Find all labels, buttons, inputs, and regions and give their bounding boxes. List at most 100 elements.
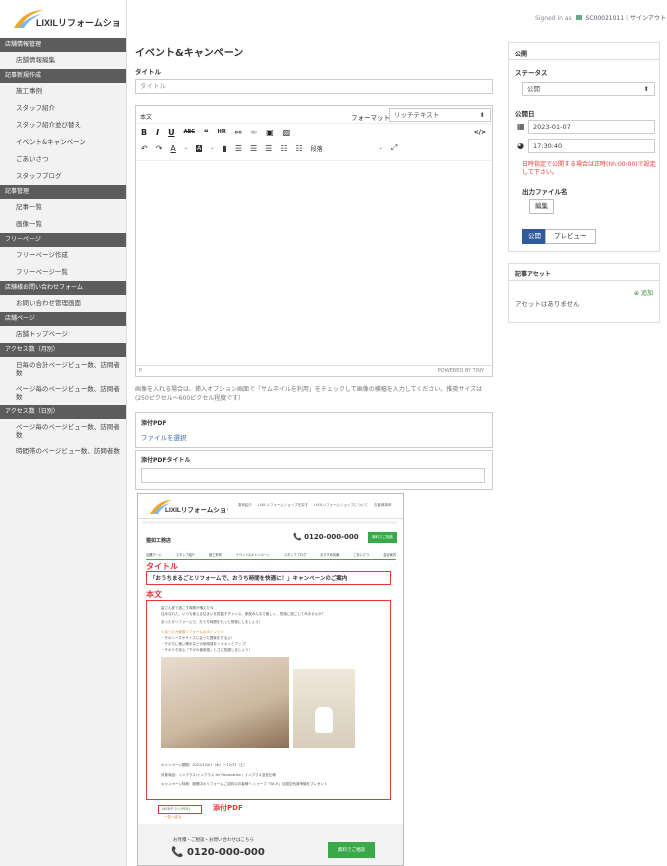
signed-in-label: Signed in as — [535, 15, 572, 22]
publish-header: 公開 — [515, 51, 528, 58]
sidebar-item-monthly-daily[interactable]: 日毎の合計ページビュー数、訪問者数 — [0, 357, 126, 381]
toolbar-row-1: B I U ABC ❝ HR ⚯ ⚮ ▣ ▨ </> — [136, 124, 492, 140]
preview-pdf-link: WEBチラシ(PDF) — [158, 805, 202, 814]
date-input[interactable]: 2023-01-07 — [528, 120, 655, 134]
rich-text-editor: 本文 フォーマット リッチテキスト ⬍ B I U ABC ❝ HR ⚯ ⚮ ▣… — [135, 105, 493, 377]
strikethrough-icon[interactable]: ABC — [184, 129, 195, 135]
pdf-title-input[interactable] — [141, 468, 485, 483]
main-form: イベント&キャンペーン タイトル タイトル — [135, 38, 493, 94]
preview-back-link: 一覧へ戻る — [164, 815, 182, 819]
pdf-select-button[interactable]: ファイルを選択 — [141, 432, 187, 442]
format-select[interactable]: リッチテキスト ⬍ — [389, 108, 491, 122]
redo-icon[interactable]: ↷ — [156, 144, 163, 153]
sidebar-section-form: 店舗様お問い合わせフォーム — [0, 281, 126, 295]
user-bar: Signed in as SC00021011 | サインアウト — [535, 15, 666, 22]
numbered-list-icon[interactable]: ☷ — [296, 144, 303, 153]
preview-footer-button: 無料でご相談 — [328, 842, 375, 858]
sidebar-item-free-create[interactable]: フリーページ作成 — [0, 247, 126, 264]
editor-content[interactable] — [136, 160, 492, 365]
chevron-down-icon[interactable]: ⌄ — [184, 145, 188, 151]
svg-text:LIXILリフォームショップ: LIXILリフォームショップ — [165, 505, 228, 514]
hr-icon[interactable]: HR — [218, 129, 226, 135]
lixil-logo-icon: LIXILリフォームショップ — [14, 10, 120, 28]
publish-button[interactable]: 公開 — [522, 229, 547, 244]
image-icon[interactable]: ▨ — [283, 128, 291, 137]
sidebar: LIXILリフォームショップ 店舗情報管理 店舗情報編集 記事新規作成 施工事例… — [0, 0, 127, 866]
sidebar-item-blog[interactable]: スタッフブログ — [0, 168, 126, 185]
text-color-icon[interactable]: A — [170, 144, 175, 153]
link-icon[interactable]: ⚯ — [235, 128, 242, 137]
pdf-box: 添付PDF ファイルを選択 — [135, 412, 493, 448]
sidebar-item-greeting[interactable]: ごあいさつ — [0, 151, 126, 168]
sidebar-section-monthly: アクセス数（月別） — [0, 343, 126, 357]
sidebar-item-daily-hour[interactable]: 時間帯のページビュー数、訪問者数 — [0, 443, 126, 459]
plus-circle-icon: ⊕ — [634, 290, 640, 297]
code-icon[interactable]: </> — [474, 129, 486, 136]
preview-footer-phone: 📞 0120-000-000 — [171, 847, 265, 858]
sidebar-item-works[interactable]: 施工事例 — [0, 83, 126, 100]
sidebar-item-shop-top[interactable]: 店舗トップページ — [0, 326, 126, 343]
undo-icon[interactable]: ↶ — [141, 144, 148, 153]
sidebar-section-store: 店舗情報管理 — [0, 38, 126, 52]
annotation-pdf: 添付PDF — [213, 804, 243, 812]
date-label: 公開日 — [515, 110, 535, 118]
media-icon[interactable]: ▣ — [266, 128, 274, 137]
fullscreen-icon[interactable]: ⤢ — [391, 143, 397, 153]
preview-tabs: 店舗ホーム スタッフ紹介 施工事例 イベント&キャンペーン スタッフブログ おすすめ情報ご… — [146, 552, 396, 560]
preview-photo-toilet — [293, 669, 355, 748]
align-right-icon[interactable]: ☰ — [265, 144, 272, 153]
sidebar-item-staff[interactable]: スタッフ紹介 — [0, 100, 126, 117]
sidebar-section-shop: 店舗ページ — [0, 312, 126, 326]
logo[interactable]: LIXILリフォームショップ — [0, 0, 126, 38]
phone-icon: 📞 — [171, 847, 184, 858]
preview-photo-room — [161, 657, 289, 748]
preview-body-box: 皆さん家で過ごす時間が増えた今、 住みなれた、いつも使える住まいを見直すチャンス… — [146, 600, 391, 800]
underline-icon[interactable]: U — [168, 128, 175, 137]
bullet-list-icon[interactable]: ☷ — [280, 144, 287, 153]
chevron-down-icon[interactable]: ⌄ — [210, 145, 214, 151]
calendar-icon: ▦ — [517, 122, 525, 131]
tab-body[interactable]: 本文 — [140, 112, 152, 121]
sidebar-item-staff-sort[interactable]: スタッフ紹介並び替え — [0, 117, 126, 134]
sidebar-item-free-list[interactable]: フリーページ一覧 — [0, 264, 126, 281]
title-input[interactable]: タイトル — [135, 79, 493, 94]
edit-button[interactable]: 編集 — [529, 199, 554, 214]
sidebar-section-free: フリーページ — [0, 233, 126, 247]
unlink-icon[interactable]: ⚮ — [250, 128, 257, 137]
quote-icon[interactable]: ❝ — [204, 128, 209, 137]
add-asset-button[interactable]: ⊕ 追加 — [634, 288, 653, 297]
annotation-body: 本文 — [146, 590, 162, 599]
page-title: イベント&キャンペーン — [135, 48, 244, 59]
phone-icon: 📞 — [293, 533, 302, 541]
powered-by: POWERED BY TINY — [437, 368, 484, 374]
bg-color-icon[interactable]: A — [196, 144, 203, 152]
sidebar-item-image-list[interactable]: 画像一覧 — [0, 216, 126, 233]
align-center-icon[interactable]: ☰ — [250, 144, 257, 153]
time-input[interactable]: 17:30:40 — [528, 139, 655, 153]
bold-icon[interactable]: B — [141, 128, 147, 137]
preview-phone: 📞 0120-000-000 — [293, 533, 359, 541]
editor-status: P POWERED BY TINY — [136, 365, 492, 376]
sidebar-item-inquiry[interactable]: お問い合わせ管理画面 — [0, 295, 126, 312]
signout-link[interactable]: サインアウト — [630, 15, 666, 22]
title-label: タイトル — [135, 68, 161, 76]
preview-footer-call: お見積・ご相談・お問い合わせはこちら — [173, 838, 254, 843]
sidebar-item-store-edit[interactable]: 店舗情報編集 — [0, 52, 126, 69]
preview-logo: LIXILリフォームショップ — [148, 499, 240, 515]
sidebar-item-event[interactable]: イベント&キャンペーン — [0, 134, 126, 151]
align-left-icon[interactable]: ☰ — [235, 144, 242, 153]
preview-shop-name: 猫如工務店 — [146, 538, 172, 544]
chevron-down-icon[interactable]: ⌄ — [379, 145, 383, 151]
site-preview-image: LIXILリフォームショップ 事例紹介LIXILリフォームショップを探すLIXI… — [137, 493, 404, 866]
asset-panel: 記事アセット ⊕ 追加 アセットはありません — [508, 263, 660, 323]
bookmark-icon[interactable]: ▮ — [222, 144, 226, 153]
italic-icon[interactable]: I — [156, 128, 159, 137]
sidebar-section-daily: アクセス数（日別） — [0, 405, 126, 419]
format-label: フォーマット — [351, 114, 390, 122]
sidebar-item-daily-page[interactable]: ページ毎のページビュー数、訪問者数 — [0, 419, 126, 443]
preview-button[interactable]: プレビュー — [545, 229, 596, 244]
paragraph-select[interactable]: 段落 — [311, 144, 371, 153]
sidebar-item-monthly-page[interactable]: ページ毎のページビュー数、訪問者数 — [0, 381, 126, 405]
sidebar-item-article-list[interactable]: 記事一覧 — [0, 199, 126, 216]
status-select[interactable]: 公開 ⬍ — [522, 82, 655, 96]
